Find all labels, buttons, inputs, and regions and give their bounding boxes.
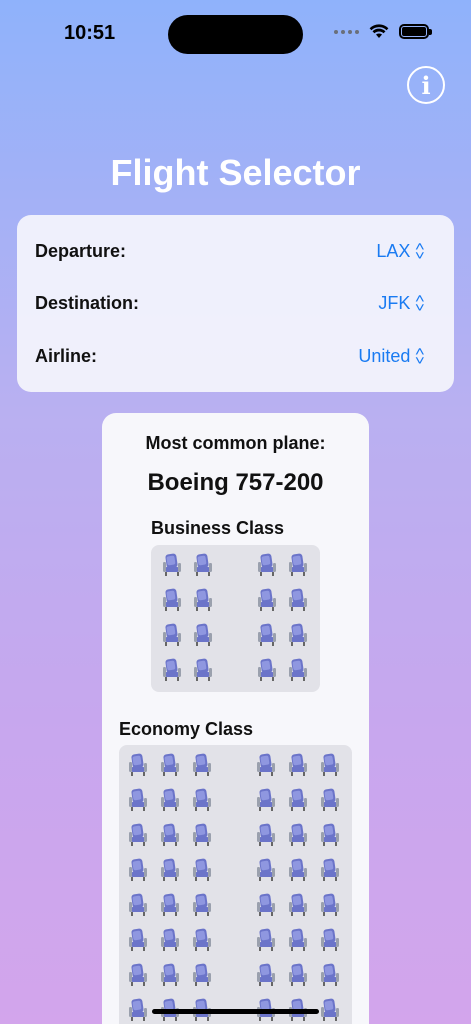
seat-icon <box>128 893 150 917</box>
info-button[interactable]: i <box>407 66 445 104</box>
seat-icon <box>192 893 214 917</box>
seat-icon <box>256 823 278 847</box>
seat-icon <box>288 823 310 847</box>
seat-icon <box>288 928 310 952</box>
destination-value: JFK <box>378 292 411 313</box>
departure-label: Departure: <box>35 240 127 261</box>
departure-picker[interactable]: LAX ˄ ˅ <box>376 238 426 263</box>
airline-value: United <box>358 345 411 366</box>
seat-icon <box>193 588 215 612</box>
seat-icon <box>257 588 279 612</box>
seat-icon <box>257 623 279 647</box>
seat-icon <box>128 998 150 1022</box>
business-seat-map <box>151 545 320 692</box>
seat-icon <box>320 893 342 917</box>
seat-icon <box>288 858 310 882</box>
seat-icon <box>256 893 278 917</box>
chevron-up-down-icon: ˄ ˅ <box>415 238 426 263</box>
seat-icon <box>160 893 182 917</box>
status-time: 10:51 <box>64 22 116 44</box>
seat-icon <box>192 928 214 952</box>
common-plane-label: Most common plane: <box>145 433 326 453</box>
seat-icon <box>288 788 310 812</box>
seat-icon <box>162 623 184 647</box>
seat-icon <box>288 963 310 987</box>
seat-icon <box>288 658 310 682</box>
seat-icon <box>128 928 150 952</box>
seat-icon <box>256 788 278 812</box>
seat-icon <box>160 858 182 882</box>
airline-row: Airline: United ˄ ˅ <box>35 343 426 369</box>
seat-icon <box>128 823 150 847</box>
info-icon: i <box>421 70 431 100</box>
status-icons <box>334 24 432 39</box>
wifi-icon <box>369 24 389 38</box>
chevron-up-down-icon: ˄ ˅ <box>415 290 426 315</box>
seat-icon <box>160 788 182 812</box>
destination-picker[interactable]: JFK ˄ ˅ <box>378 290 426 315</box>
seat-icon <box>128 788 150 812</box>
seat-icon <box>160 928 182 952</box>
airline-picker[interactable]: United ˄ ˅ <box>358 343 426 368</box>
chevron-up-down-icon: ˄ ˅ <box>415 343 426 368</box>
seat-icon <box>160 963 182 987</box>
seat-icon <box>288 588 310 612</box>
seat-icon <box>162 658 184 682</box>
destination-label: Destination: <box>35 292 140 313</box>
seat-icon <box>320 788 342 812</box>
seat-icon <box>256 858 278 882</box>
seat-icon <box>162 553 184 577</box>
seat-icon <box>162 588 184 612</box>
seat-icon <box>192 858 214 882</box>
seat-icon <box>288 753 310 777</box>
airline-label: Airline: <box>35 345 98 366</box>
seat-icon <box>160 823 182 847</box>
plane-card: Most common plane: Boeing 757-200 Busine… <box>102 413 369 1024</box>
seat-icon <box>128 753 150 777</box>
departure-value: LAX <box>376 240 411 261</box>
seat-icon <box>193 623 215 647</box>
economy-class-title: Economy Class <box>119 719 254 739</box>
seat-icon <box>256 928 278 952</box>
departure-row: Departure: LAX ˄ ˅ <box>35 238 426 264</box>
seat-icon <box>288 553 310 577</box>
seat-icon <box>192 963 214 987</box>
seat-icon <box>160 753 182 777</box>
seat-icon <box>256 753 278 777</box>
seat-icon <box>320 858 342 882</box>
seat-icon <box>320 753 342 777</box>
seat-icon <box>288 893 310 917</box>
seat-icon <box>320 998 342 1022</box>
battery-icon <box>399 24 432 39</box>
seat-icon <box>288 623 310 647</box>
page-title: Flight Selector <box>110 152 361 193</box>
flight-picker-card: Departure: LAX ˄ ˅ Destination: JFK ˄ ˅ Ai… <box>17 215 454 392</box>
economy-seat-map <box>119 745 352 1024</box>
seat-icon <box>257 553 279 577</box>
business-class-title: Business Class <box>151 518 285 538</box>
home-indicator <box>152 1009 319 1014</box>
plane-name: Boeing 757-200 <box>147 469 324 496</box>
dynamic-island <box>168 15 303 54</box>
seat-icon <box>192 753 214 777</box>
seat-icon <box>192 823 214 847</box>
seat-icon <box>193 658 215 682</box>
seat-icon <box>257 658 279 682</box>
seat-icon <box>320 928 342 952</box>
seat-icon <box>320 823 342 847</box>
seat-icon <box>192 788 214 812</box>
cellular-icon <box>334 29 359 34</box>
seat-icon <box>320 963 342 987</box>
destination-row: Destination: JFK ˄ ˅ <box>35 290 426 316</box>
seat-icon <box>256 963 278 987</box>
seat-icon <box>193 553 215 577</box>
seat-icon <box>128 858 150 882</box>
seat-icon <box>128 963 150 987</box>
